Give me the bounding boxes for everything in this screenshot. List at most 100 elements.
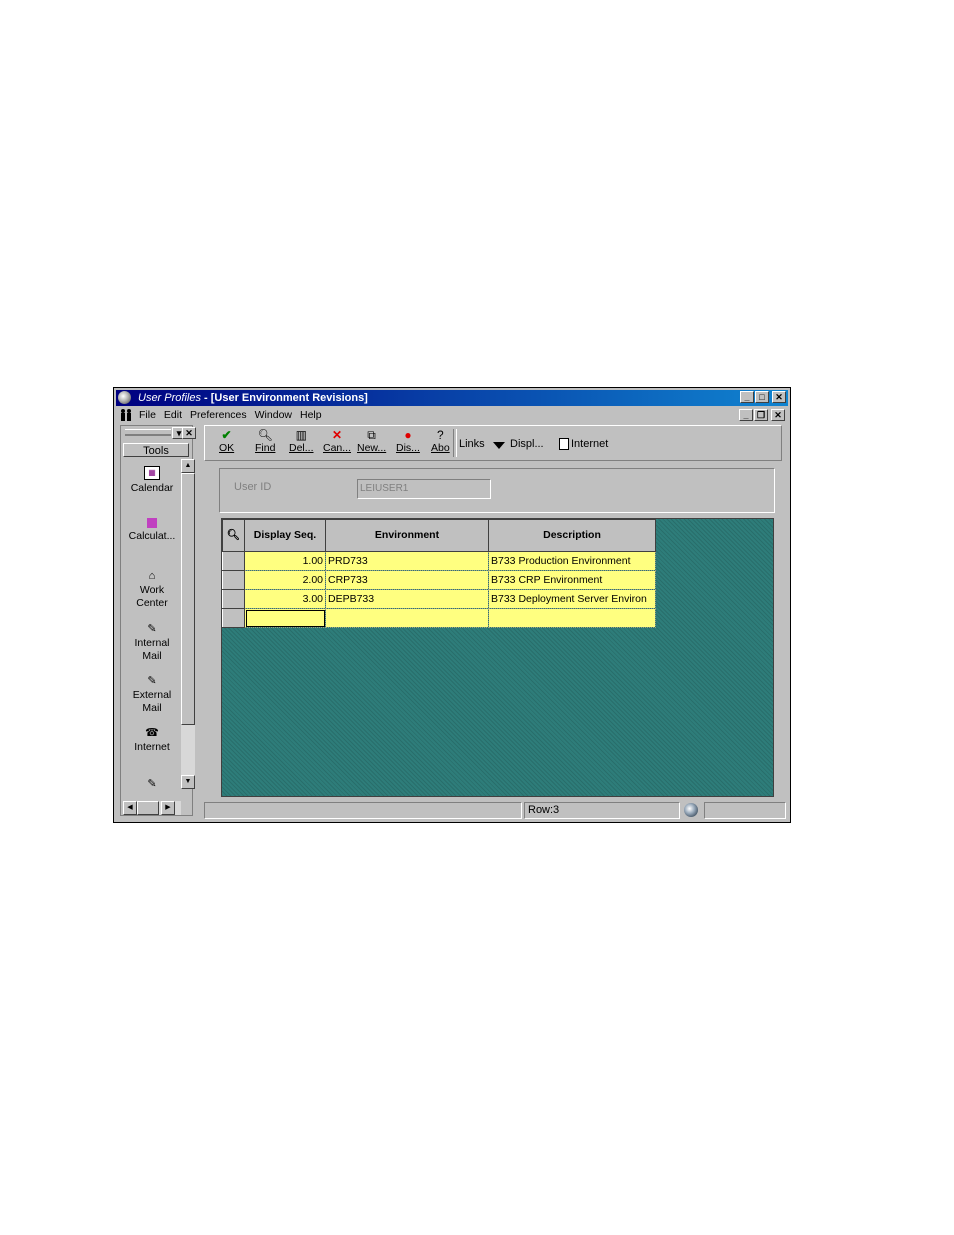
environment-cell[interactable]: PRD733 (325, 551, 489, 571)
mdi-minimize-button[interactable]: _ (739, 409, 753, 421)
seq-cell[interactable]: 3.00 (244, 589, 326, 609)
grid-area: 🔍︎ Display Seq. Environment Description … (221, 518, 774, 797)
scroll-right-arrow[interactable]: ▶ (161, 801, 175, 815)
cancel-button[interactable]: ✕ Can... (323, 428, 352, 455)
status-bar: Row:3 (204, 802, 786, 819)
check-icon: ✔ (221, 428, 232, 442)
maximize-button[interactable]: □ (755, 391, 769, 403)
dropdown-arrow-icon[interactable] (493, 442, 505, 449)
description-cell[interactable]: B733 Production Environment (488, 551, 656, 571)
about-button[interactable]: ? Abo (431, 428, 450, 455)
column-display-seq[interactable]: Display Seq. (244, 519, 326, 552)
new-icon: ⧉ (367, 428, 376, 442)
tool-calculator[interactable]: Calculat... (123, 518, 181, 543)
seq-cell-empty[interactable] (244, 608, 326, 628)
calendar-icon: ▦ (144, 466, 160, 480)
sidebar-vertical-scrollbar[interactable]: ▲ ▼ (181, 459, 195, 789)
tools-header[interactable]: Tools (123, 443, 189, 457)
status-panel-end (704, 802, 786, 819)
window-title: User Profiles - [User Environment Revisi… (138, 392, 368, 404)
row-header[interactable] (222, 570, 245, 590)
tool-calendar[interactable]: ▦ Calendar (123, 466, 181, 495)
table-row[interactable]: 1.00 PRD733 B733 Production Environment (222, 551, 656, 571)
sidebar-grip-line (125, 432, 171, 435)
user-id-field[interactable]: LEIUSER1 (357, 479, 491, 499)
new-button[interactable]: ⧉ New... (357, 428, 387, 455)
mdi-restore-button[interactable]: ❐ (754, 409, 768, 421)
header-form: User ID LEIUSER1 (219, 468, 775, 513)
display-button[interactable]: ● Dis... (396, 428, 420, 455)
ok-button[interactable]: ✔ OK (219, 428, 235, 455)
table-row[interactable]: 2.00 CRP733 B733 CRP Environment (222, 570, 656, 590)
column-description[interactable]: Description (488, 519, 656, 552)
tool-work-center-label: Work Center (136, 584, 168, 609)
environment-cell[interactable]: CRP733 (325, 570, 489, 590)
row-header[interactable] (222, 589, 245, 609)
tool-external-mail[interactable]: ✎ External Mail (123, 675, 181, 715)
tool-internet-label: Internet (134, 741, 170, 753)
row-header[interactable] (222, 608, 245, 628)
sidebar-close-button[interactable]: ✕ (182, 427, 196, 439)
tools-sidebar: ▾ ✕ Tools ▦ Calendar Calculat... ⌂ Work … (120, 425, 196, 816)
find-button[interactable]: 🔍︎ Find (255, 428, 276, 455)
environment-cell-empty[interactable] (325, 608, 489, 628)
magnifier-icon: 🔍︎ (226, 529, 241, 541)
row-header[interactable] (222, 551, 245, 571)
scroll-left-arrow[interactable]: ◀ (123, 801, 137, 815)
menu-edit[interactable]: Edit (164, 407, 182, 423)
menu-help[interactable]: Help (300, 407, 322, 423)
menu-window[interactable]: Window (255, 407, 292, 423)
delete-button[interactable]: ▥ Del... (289, 428, 314, 455)
tool-internet[interactable]: ☎ Internet (123, 727, 181, 754)
cancel-x-icon: ✕ (331, 428, 343, 442)
links-menu[interactable]: Links (459, 438, 485, 450)
scroll-thumb[interactable] (181, 473, 195, 725)
table-row[interactable]: 3.00 DEPB733 B733 Deployment Server Envi… (222, 589, 656, 609)
internet-page-icon (559, 438, 569, 450)
column-environment[interactable]: Environment (325, 519, 489, 552)
title-bar[interactable]: User Profiles - [User Environment Revisi… (116, 390, 788, 406)
display-menu[interactable]: Displ... (510, 438, 544, 450)
internet-link[interactable]: Internet (571, 438, 608, 450)
row-select-header[interactable]: 🔍︎ (222, 519, 245, 552)
tool-internal-mail[interactable]: ✎ Internal Mail (123, 623, 181, 663)
tool-calendar-label: Calendar (130, 482, 174, 494)
description-cell[interactable]: B733 CRP Environment (488, 570, 656, 590)
cancel-label: Can... (323, 442, 352, 454)
internet-icon: ☎ (145, 727, 159, 739)
users-icon[interactable] (119, 408, 133, 422)
environment-cell[interactable]: DEPB733 (325, 589, 489, 609)
scroll-up-arrow[interactable]: ▲ (181, 459, 195, 473)
help-pointer-icon: ? (437, 428, 444, 442)
display-icon: ● (404, 428, 412, 442)
description-cell-empty[interactable] (488, 608, 656, 628)
description-cell[interactable]: B733 Deployment Server Environ (488, 589, 656, 609)
new-label: New... (357, 442, 387, 454)
menu-file[interactable]: File (139, 407, 156, 423)
app-globe-icon (118, 391, 131, 404)
table-row-new[interactable] (222, 608, 656, 628)
trash-icon: ▥ (295, 428, 307, 442)
find-label: Find (255, 442, 276, 454)
close-button[interactable]: ✕ (772, 391, 786, 403)
about-label: Abo (431, 442, 450, 454)
seq-cell[interactable]: 1.00 (244, 551, 326, 571)
sidebar-horizontal-scrollbar[interactable]: ◀ ▶ (123, 801, 181, 815)
seq-cell[interactable]: 2.00 (244, 570, 326, 590)
scroll-down-arrow[interactable]: ▼ (181, 775, 195, 789)
work-center-icon: ⌂ (148, 570, 156, 582)
mdi-close-button[interactable]: ✕ (771, 409, 785, 421)
ok-label: OK (219, 442, 235, 454)
form-area: ✔ OK 🔍︎ Find ▥ Del... ✕ Can... ⧉ New... … (202, 425, 788, 820)
tool-partial[interactable]: ✎ (123, 778, 181, 788)
tool-calculator-label: Calculat... (128, 530, 176, 542)
menu-bar: File Edit Preferences Window Help _ ❐ ✕ (116, 407, 788, 423)
hscroll-thumb[interactable] (137, 801, 159, 815)
minimize-button[interactable]: _ (740, 391, 754, 403)
globe-icon (684, 803, 698, 817)
menu-preferences[interactable]: Preferences (190, 407, 247, 423)
external-mail-icon: ✎ (147, 675, 157, 687)
status-row-count: Row:3 (524, 802, 680, 819)
tool-work-center[interactable]: ⌂ Work Center (123, 570, 181, 610)
find-icon: 🔍︎ (257, 428, 273, 442)
